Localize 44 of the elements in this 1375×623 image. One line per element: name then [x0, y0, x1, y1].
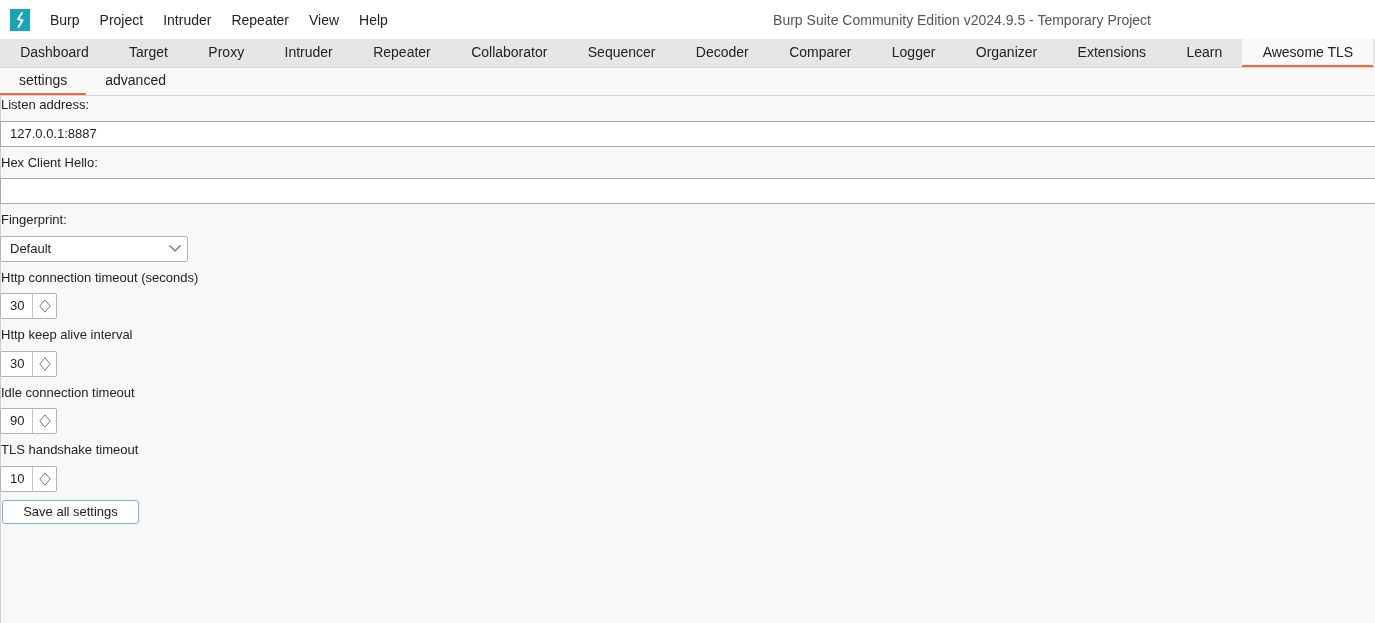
tab[interactable]: Repeater: [352, 39, 451, 67]
window-title: Burp Suite Community Edition v2024.9.5 - Temporary Project: [773, 11, 1151, 28]
tab[interactable]: Proxy: [188, 39, 265, 67]
tab[interactable]: Organizer: [955, 39, 1058, 67]
tab[interactable]: Comparer: [768, 39, 872, 67]
field-label: TLS handshake timeout: [1, 442, 139, 458]
tab[interactable]: Decoder: [675, 39, 769, 67]
tab[interactable]: Awesome TLS: [1242, 39, 1374, 67]
save-button[interactable]: Save all settings: [2, 499, 139, 524]
lightning-logo-icon: [10, 8, 30, 31]
tab[interactable]: Intruder: [264, 39, 353, 67]
text-field[interactable]: 127.0.0.1:8887: [0, 120, 1375, 147]
field-label: Hex Client Hello:: [1, 154, 98, 171]
field-label: Http keep alive interval: [1, 327, 133, 343]
sub-tab[interactable]: advanced: [86, 68, 185, 95]
up-down-icon[interactable]: [39, 471, 51, 486]
tab[interactable]: Learn: [1166, 39, 1243, 67]
tab[interactable]: Extensions: [1057, 39, 1167, 67]
text-field[interactable]: [0, 178, 1375, 204]
tab[interactable]: Collaborator: [450, 39, 568, 67]
chevron-down-icon: [169, 245, 181, 252]
field-label: Listen address:: [1, 97, 90, 113]
menu-item[interactable]: Burp: [50, 11, 80, 28]
number-spinner[interactable]: 10: [0, 465, 57, 492]
up-down-icon[interactable]: [39, 356, 51, 371]
field-label: Idle connection timeout: [1, 384, 135, 401]
up-down-icon[interactable]: [39, 299, 51, 313]
tab[interactable]: Target: [108, 39, 189, 67]
dropdown[interactable]: Default: [0, 235, 188, 262]
menu-item[interactable]: Help: [359, 11, 388, 28]
menu-item[interactable]: Repeater: [231, 11, 289, 28]
field-label: Http connection timeout (seconds): [1, 269, 199, 286]
number-spinner[interactable]: 30: [0, 293, 57, 319]
tab[interactable]: Sequencer: [567, 39, 676, 67]
menu-item[interactable]: View: [309, 11, 340, 28]
menu-item[interactable]: Project: [99, 11, 144, 28]
tab[interactable]: Logger: [871, 39, 956, 67]
number-spinner[interactable]: 30: [0, 350, 57, 377]
tab[interactable]: Dashboard: [0, 39, 109, 67]
menu-item[interactable]: Intruder: [163, 11, 212, 28]
number-spinner[interactable]: 90: [0, 408, 57, 434]
up-down-icon[interactable]: [39, 414, 51, 428]
sub-tab[interactable]: settings: [0, 68, 87, 95]
field-label: Fingerprint:: [1, 212, 67, 228]
